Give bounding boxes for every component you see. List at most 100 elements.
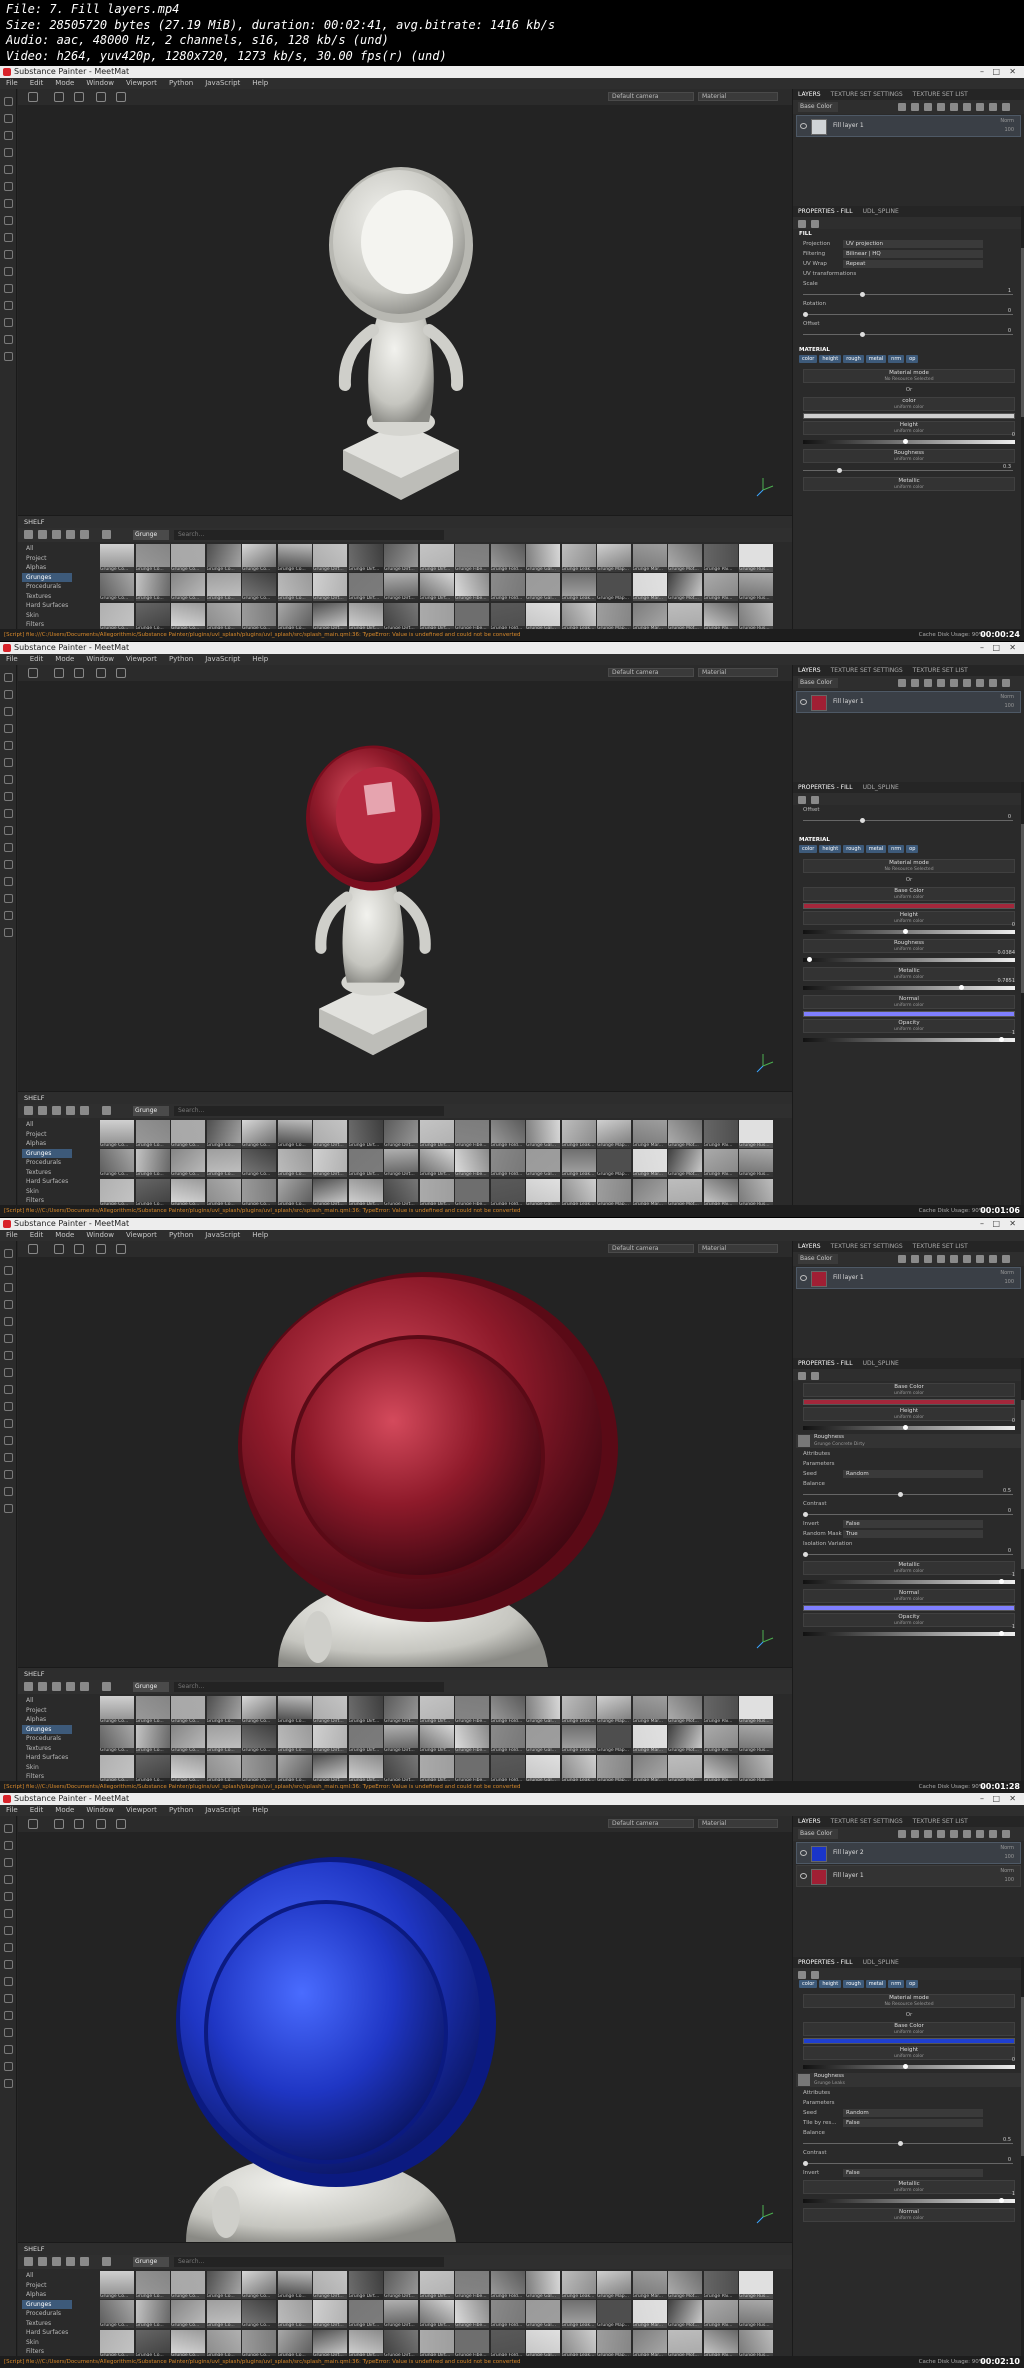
- shelf-thumbnail[interactable]: Grunge Dirt...: [384, 1696, 418, 1724]
- base-color-swatch[interactable]: [803, 2038, 1015, 2044]
- shelf-thumbnail[interactable]: Grunge Dirt...: [313, 1754, 347, 1783]
- shelf-thumbnail[interactable]: Grunge Mot...: [668, 1178, 702, 1207]
- snap-icon[interactable]: [96, 1244, 106, 1254]
- shelf-thumbnail[interactable]: Grunge Dirt...: [313, 2329, 347, 2358]
- normal-swatch[interactable]: [803, 1605, 1015, 1611]
- shelf-thumbnail[interactable]: Grunge Co...: [206, 573, 241, 602]
- layers-tab[interactable]: TEXTURE SET LIST: [908, 1241, 973, 1252]
- shelf-thumbnail[interactable]: Grunge Map...: [597, 1696, 631, 1724]
- material-view-select[interactable]: Material: [698, 92, 778, 101]
- base-color-box[interactable]: Base Color uniform color: [803, 887, 1015, 901]
- shelf-thumbnail[interactable]: Grunge Co...: [242, 1696, 276, 1724]
- channel-select[interactable]: Base Color: [798, 1254, 838, 1264]
- tool-icon[interactable]: [3, 894, 13, 903]
- shelf-thumbnail[interactable]: Grunge Dirt...: [384, 602, 418, 631]
- layer-tool-icon[interactable]: [950, 103, 958, 111]
- gradient-slider[interactable]: 1: [803, 1624, 1015, 1639]
- menu-item[interactable]: File: [0, 1805, 24, 1816]
- tool-icon[interactable]: [3, 843, 13, 852]
- shelf-thumbnail[interactable]: Grunge Dirt...: [313, 1120, 347, 1148]
- shelf-thumbnail[interactable]: Grunge Fibe...: [455, 1696, 489, 1724]
- layer-opacity[interactable]: 100: [1004, 1854, 1014, 1860]
- shelf-thumbnail[interactable]: Grunge Dirt...: [348, 1754, 383, 1783]
- slider-knob[interactable]: [898, 2141, 903, 2146]
- shelf-thumbnail[interactable]: Grunge Dirt...: [348, 1725, 383, 1754]
- shelf-thumbnail[interactable]: Grunge Dirt...: [313, 2300, 347, 2329]
- menu-item[interactable]: Viewport: [120, 1230, 163, 1241]
- shelf-thumbnail[interactable]: Grunge Rus...: [739, 1120, 773, 1148]
- shelf-category-item[interactable]: Textures: [22, 1168, 72, 1178]
- transform-icon[interactable]: [74, 92, 84, 102]
- shelf-thumbnail[interactable]: Grunge Gal...: [526, 602, 560, 631]
- shelf-thumbnail[interactable]: Grunge Mar...: [632, 1696, 667, 1724]
- shelf-thumbnail[interactable]: Grunge Co...: [135, 1696, 170, 1724]
- menu-item[interactable]: Mode: [49, 1230, 80, 1241]
- invert-toggle[interactable]: False: [843, 2169, 983, 2177]
- shelf-search-input[interactable]: Search...: [174, 530, 444, 540]
- grid-icon[interactable]: [28, 1244, 38, 1254]
- maximize-icon[interactable]: □: [992, 1218, 1000, 1230]
- channel-height-button[interactable]: height: [819, 355, 842, 363]
- shelf-thumbnail[interactable]: Grunge Co...: [242, 2271, 276, 2299]
- menu-item[interactable]: File: [0, 654, 24, 665]
- shelf-thumbnail[interactable]: Grunge Co...: [135, 602, 170, 631]
- seed-button[interactable]: Random: [843, 2109, 983, 2117]
- tool-icon[interactable]: [3, 216, 13, 225]
- shelf-filter-tag[interactable]: Grunge: [133, 2257, 169, 2267]
- shelf-thumbnail[interactable]: Grunge Rus...: [739, 2271, 773, 2299]
- shelf-category-item[interactable]: Alphas: [22, 563, 72, 573]
- shelf-category-item[interactable]: All: [22, 544, 72, 554]
- shelf-thumbnail[interactable]: Grunge Gal...: [526, 2271, 560, 2299]
- tool-icon[interactable]: [3, 182, 13, 191]
- shelf-thumbnail[interactable]: Grunge Co...: [277, 1754, 312, 1783]
- tool-icon[interactable]: [3, 911, 13, 920]
- shelf-thumbnail[interactable]: Grunge Dirt...: [419, 544, 454, 572]
- shelf-thumbnail[interactable]: Grunge Fold...: [490, 1754, 525, 1783]
- layer-tool-icon[interactable]: [950, 679, 958, 687]
- height-box[interactable]: Height uniform color: [803, 911, 1015, 925]
- normal-box[interactable]: Normal uniform color: [803, 2208, 1015, 2222]
- tool-icon[interactable]: [3, 673, 13, 682]
- shelf-thumbnail[interactable]: Grunge Co...: [242, 2300, 276, 2329]
- material-view-select[interactable]: Material: [698, 1819, 778, 1828]
- layer-tool-icon[interactable]: [898, 103, 906, 111]
- shelf-thumbnail[interactable]: Grunge Dirt...: [348, 2271, 383, 2299]
- shelf-thumbnail[interactable]: Grunge Dirt...: [419, 2271, 454, 2299]
- shelf-thumbnail[interactable]: Grunge Dirt...: [348, 573, 383, 602]
- shelf-thumbnail[interactable]: Grunge Leak...: [561, 1725, 596, 1754]
- shelf-thumbnail[interactable]: Grunge Co...: [171, 1696, 205, 1724]
- shelf-thumbnail[interactable]: Grunge Co...: [171, 573, 205, 602]
- tool-icon[interactable]: [3, 1909, 13, 1918]
- shelf-thumbnail[interactable]: Grunge Co...: [100, 1725, 134, 1754]
- seed-button[interactable]: Random: [843, 1470, 983, 1478]
- menu-item[interactable]: Python: [163, 654, 199, 665]
- shelf-thumbnail[interactable]: Grunge Map...: [597, 1725, 631, 1754]
- layer-tool-icon[interactable]: [911, 679, 919, 687]
- close-icon[interactable]: ✕: [1009, 1218, 1016, 1230]
- shelf-thumbnail[interactable]: Grunge Map...: [597, 2271, 631, 2299]
- layer-row[interactable]: Fill layer 1 Norm 100: [796, 115, 1021, 137]
- shelf-thumbnail[interactable]: Grunge Dirt...: [419, 1754, 454, 1783]
- shelf-thumbnail[interactable]: Grunge Leak...: [561, 1178, 596, 1207]
- shelf-thumbnail[interactable]: Grunge Leak...: [561, 1149, 596, 1178]
- channel-metal-button[interactable]: metal: [865, 1980, 887, 1988]
- list-view-icon[interactable]: [66, 1682, 75, 1691]
- shelf-thumbnail[interactable]: Grunge Fold...: [490, 573, 525, 602]
- shelf-thumbnail[interactable]: Grunge Fold...: [490, 1149, 525, 1178]
- shelf-thumbnail[interactable]: Grunge Co...: [100, 1120, 134, 1148]
- transform-icon[interactable]: [74, 1819, 84, 1829]
- material-sphere-icon[interactable]: [811, 220, 819, 228]
- shelf-thumbnail[interactable]: Grunge Fibe...: [455, 2300, 489, 2329]
- shelf-thumbnail[interactable]: Grunge Map...: [597, 1178, 631, 1207]
- menu-item[interactable]: Edit: [24, 1805, 50, 1816]
- grid-icon[interactable]: [28, 1819, 38, 1829]
- shelf-thumbnail[interactable]: Grunge Gal...: [526, 2329, 560, 2358]
- shelf-thumbnail[interactable]: Grunge Co...: [242, 1754, 276, 1783]
- shelf-thumbnail[interactable]: Grunge Co...: [206, 2271, 241, 2299]
- symmetry-icon[interactable]: [54, 92, 64, 102]
- shelf-thumbnail[interactable]: Grunge Pai...: [703, 1696, 738, 1724]
- shelf-thumbnail[interactable]: Grunge Co...: [135, 544, 170, 572]
- shelf-thumbnail[interactable]: Grunge Pai...: [703, 1725, 738, 1754]
- tool-icon[interactable]: [3, 1300, 13, 1309]
- folder-icon[interactable]: [24, 530, 33, 539]
